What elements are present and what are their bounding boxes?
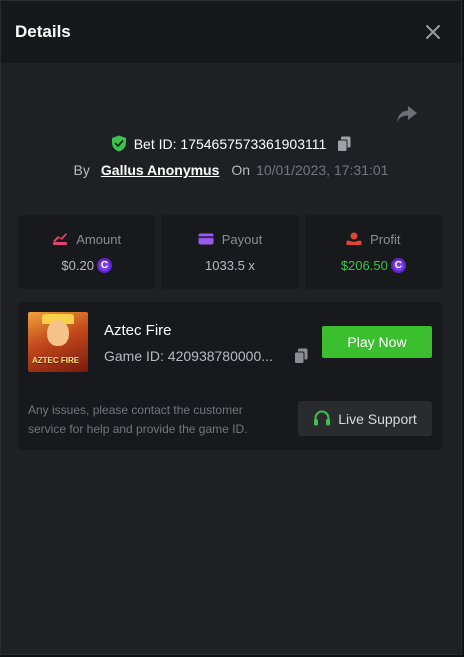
bet-byline: By Gallus Anonymus On 10/01/2023, 17:31:… bbox=[1, 162, 461, 178]
game-thumbnail[interactable]: AZTEC FIRE bbox=[28, 312, 88, 372]
stat-amount-label: Amount bbox=[76, 231, 122, 247]
live-support-button[interactable]: Live Support bbox=[298, 401, 432, 436]
game-thumbnail-logo: AZTEC FIRE bbox=[32, 356, 80, 365]
stat-profit-label: Profit bbox=[370, 231, 401, 247]
by-label: By bbox=[73, 162, 90, 178]
game-card: AZTEC FIRE Aztec Fire Game ID: 420938780… bbox=[18, 302, 442, 450]
on-label: On bbox=[231, 162, 251, 178]
copy-icon[interactable] bbox=[294, 348, 308, 364]
stat-payout: Payout 1033.5 x bbox=[161, 215, 299, 289]
share-icon bbox=[397, 106, 417, 122]
user-link[interactable]: Gallus Anonymus bbox=[101, 162, 220, 178]
details-modal: Details Bet ID: 1754657573361903111 By G… bbox=[0, 0, 462, 655]
stats-row: Amount $0.20 C Payout 1033.5 x Profit $2… bbox=[18, 215, 442, 289]
modal-header: Details bbox=[1, 1, 461, 63]
shield-check-icon bbox=[111, 135, 126, 152]
game-id: Game ID: 420938780000... bbox=[104, 348, 273, 364]
close-icon bbox=[426, 25, 440, 39]
stat-profit-value: $206.50 bbox=[340, 257, 388, 273]
stat-payout-label: Payout bbox=[221, 231, 263, 247]
play-now-button[interactable]: Play Now bbox=[322, 326, 432, 358]
copy-icon[interactable] bbox=[337, 136, 351, 152]
profit-icon bbox=[346, 232, 362, 245]
bet-id: Bet ID: 1754657573361903111 bbox=[133, 135, 327, 152]
card-icon bbox=[198, 233, 214, 245]
bet-id-row: Bet ID: 1754657573361903111 bbox=[1, 135, 461, 152]
coin-icon: C bbox=[390, 257, 406, 273]
coin-icon: C bbox=[96, 257, 112, 273]
stat-amount-value: $0.20 bbox=[61, 257, 94, 273]
stat-amount: Amount $0.20 C bbox=[18, 215, 156, 289]
headset-icon bbox=[314, 410, 331, 426]
support-notice: Any issues, please contact the customer … bbox=[28, 403, 248, 436]
bet-date: 10/01/2023, 17:31:01 bbox=[256, 162, 389, 178]
share-button[interactable] bbox=[396, 104, 418, 124]
modal-title: Details bbox=[15, 22, 71, 41]
live-support-label: Live Support bbox=[338, 410, 417, 427]
close-button[interactable] bbox=[423, 22, 443, 42]
stat-payout-value: 1033.5 x bbox=[205, 257, 255, 273]
game-title: Aztec Fire bbox=[104, 322, 172, 339]
amount-icon bbox=[53, 233, 68, 245]
stat-profit: Profit $206.50 C bbox=[304, 215, 442, 289]
